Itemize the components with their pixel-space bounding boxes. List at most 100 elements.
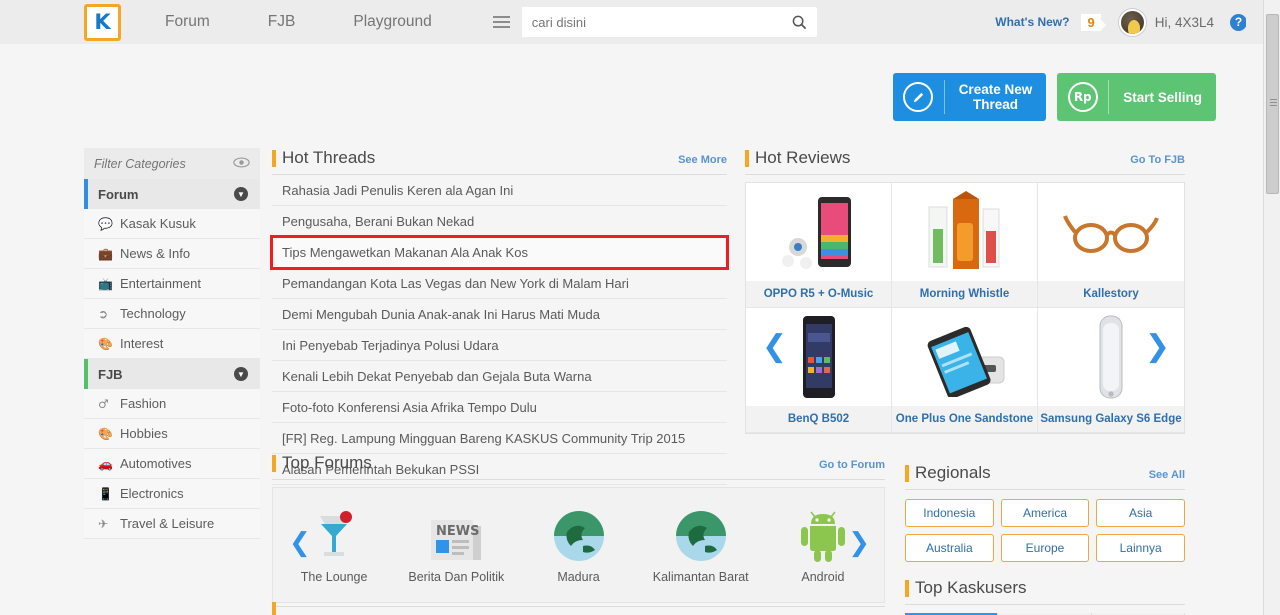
scrollbar-thumb[interactable]	[1266, 14, 1279, 194]
top-forums-title: Top Forums	[272, 453, 372, 473]
forums-prev-arrow-icon[interactable]: ❮	[289, 528, 311, 558]
nav-item-fjb[interactable]: FJB	[252, 13, 312, 31]
create-thread-label: Create New Thread	[958, 82, 1033, 112]
thread-item[interactable]: [FR] Reg. Lampung Mingguan Bareng KASKUS…	[272, 423, 727, 454]
review-card[interactable]: One Plus One Sandstone	[892, 308, 1038, 433]
eye-icon[interactable]	[233, 155, 250, 173]
sidebar-item-travel-leisure[interactable]: ✈ Travel & Leisure	[84, 509, 260, 539]
help-icon[interactable]: ?	[1230, 13, 1247, 31]
notification-badge[interactable]: 9	[1081, 13, 1107, 31]
create-new-thread-button[interactable]: Create New Thread	[892, 73, 1047, 121]
newspaper-icon: NEWS	[429, 506, 483, 562]
regional-button-lainnya[interactable]: Lainnya	[1096, 534, 1185, 562]
whats-new-link[interactable]: What's New?	[995, 15, 1069, 29]
sidebar-item-hobbies[interactable]: 🎨 Hobbies	[84, 419, 260, 449]
forum-card[interactable]: NEWS Berita Dan Politik	[395, 506, 517, 584]
sidebar-item-label: Travel & Leisure	[120, 516, 215, 531]
nav-item-playground[interactable]: Playground	[337, 13, 447, 31]
review-name[interactable]: Morning Whistle	[892, 281, 1037, 307]
forums-next-arrow-icon[interactable]: ❯	[848, 528, 870, 558]
review-name[interactable]: OPPO R5 + O-Music	[746, 281, 891, 307]
sidebar-item-label: Kasak Kusuk	[120, 216, 196, 231]
sidebar-item-technology[interactable]: ➲ Technology	[84, 299, 260, 329]
review-name[interactable]: One Plus One Sandstone	[892, 406, 1037, 432]
sidebar-item-interest[interactable]: 🎨 Interest	[84, 329, 260, 359]
regionals-header: Regionals See All	[905, 463, 1185, 490]
review-card[interactable]: Samsung Galaxy S6 Edge	[1038, 308, 1184, 433]
avatar[interactable]	[1118, 8, 1146, 36]
forum-card[interactable]: Madura	[517, 506, 639, 584]
thread-item[interactable]: Foto-foto Konferensi Asia Afrika Tempo D…	[272, 392, 727, 423]
hot-threads-header: Hot Threads See More	[272, 148, 727, 175]
globe-icon	[553, 506, 605, 562]
hanger-icon: ♂	[98, 396, 109, 411]
hot-threads-see-more-link[interactable]: See More	[678, 154, 727, 166]
thread-item[interactable]: Demi Mengubah Dunia Anak-anak Ini Harus …	[272, 299, 727, 330]
review-card[interactable]: Morning Whistle	[892, 183, 1038, 308]
review-name[interactable]: BenQ B502	[746, 406, 891, 432]
chevron-down-icon[interactable]: ▼	[234, 187, 248, 201]
filter-categories-input[interactable]	[94, 156, 224, 171]
user-greeting[interactable]: Hi, 4X3L4	[1155, 15, 1214, 30]
review-name[interactable]: Kallestory	[1038, 281, 1184, 307]
reviews-prev-arrow-icon[interactable]: ❮	[762, 332, 787, 362]
sidebar-item-label: News & Info	[120, 246, 191, 261]
go-to-forum-link[interactable]: Go to Forum	[819, 459, 885, 471]
review-card[interactable]: OPPO R5 + O-Music	[746, 183, 892, 308]
regional-button-america[interactable]: America	[1000, 499, 1090, 527]
sidebar-item-kasak-kusuk[interactable]: 💬 Kasak Kusuk	[84, 209, 260, 239]
reviews-next-arrow-icon[interactable]: ❯	[1145, 332, 1170, 362]
chevron-down-icon[interactable]: ▼	[234, 367, 248, 381]
start-selling-button[interactable]: Rp Start Selling	[1057, 73, 1216, 121]
go-to-fjb-link[interactable]: Go To FJB	[1130, 154, 1185, 166]
header-corner	[1246, 0, 1263, 44]
sidebar-group-fjb-label: FJB	[98, 366, 123, 382]
hot-reviews-grid: OPPO R5 + O-Music Morning Whistle Kalles…	[745, 182, 1185, 434]
logo-text: K	[94, 10, 111, 34]
sidebar-group-forum[interactable]: Forum ▼	[84, 179, 260, 209]
action-buttons: Create New Thread Rp Start Selling	[892, 73, 1216, 121]
search-input[interactable]	[521, 14, 783, 30]
sidebar-group-fjb[interactable]: FJB ▼	[84, 359, 260, 389]
hamburger-icon[interactable]	[481, 7, 522, 37]
android-icon	[798, 506, 848, 562]
regional-button-europe[interactable]: Europe	[1000, 534, 1090, 562]
car-icon: 🚗	[98, 456, 113, 471]
forum-label: The Lounge	[300, 570, 368, 584]
sidebar-item-label: Electronics	[120, 486, 184, 501]
thread-item[interactable]: Pengusaha, Berani Bukan Nekad	[272, 206, 727, 237]
regional-button-asia[interactable]: Asia	[1096, 499, 1185, 527]
sidebar-item-automotives[interactable]: 🚗 Automotives	[84, 449, 260, 479]
review-name[interactable]: Samsung Galaxy S6 Edge	[1038, 406, 1184, 432]
device-icon: 📱	[98, 486, 113, 501]
sidebar-group-forum-label: Forum	[98, 186, 139, 202]
main-nav: Forum FJB Playground	[149, 13, 474, 31]
page-root: K Forum FJB Playground What's New? 9 Hi,…	[0, 0, 1280, 615]
review-image	[892, 183, 1037, 281]
thread-item[interactable]: Rahasia Jadi Penulis Keren ala Agan Ini	[272, 175, 727, 206]
regional-button-indonesia[interactable]: Indonesia	[905, 499, 994, 527]
top-kaskusers-header: Top Kaskusers	[905, 578, 1185, 605]
regional-button-australia[interactable]: Australia	[905, 534, 994, 562]
thread-item-highlighted[interactable]: Tips Mengawetkan Makanan Ala Anak Kos	[270, 235, 729, 270]
review-card[interactable]: Kallestory	[1038, 183, 1184, 308]
tv-icon: 📺	[98, 276, 113, 291]
nav-item-forum[interactable]: Forum	[149, 13, 226, 31]
sidebar-item-electronics[interactable]: 📱 Electronics	[84, 479, 260, 509]
search-icon[interactable]	[783, 15, 817, 30]
review-card[interactable]: BenQ B502	[746, 308, 892, 433]
forum-label: Kalimantan Barat	[652, 570, 749, 584]
sidebar-item-entertainment[interactable]: 📺 Entertainment	[84, 269, 260, 299]
thread-item[interactable]: Kenali Lebih Dekat Penyebab dan Gejala B…	[272, 361, 727, 392]
forum-label: Berita Dan Politik	[408, 570, 505, 584]
thread-item[interactable]: Ini Penyebab Terjadinya Polusi Udara	[272, 330, 727, 361]
start-selling-label: Start Selling	[1123, 89, 1202, 105]
kaskus-logo[interactable]: K	[84, 3, 121, 41]
filter-categories-row	[84, 148, 260, 179]
sidebar-item-news-info[interactable]: 💼 News & Info	[84, 239, 260, 269]
page-scrollbar[interactable]	[1263, 0, 1280, 615]
forum-card[interactable]: Kalimantan Barat	[640, 506, 762, 584]
thread-item[interactable]: Pemandangan Kota Las Vegas dan New York …	[272, 268, 727, 299]
sidebar-item-fashion[interactable]: ♂ Fashion	[84, 389, 260, 419]
regionals-see-all-link[interactable]: See All	[1149, 469, 1185, 481]
